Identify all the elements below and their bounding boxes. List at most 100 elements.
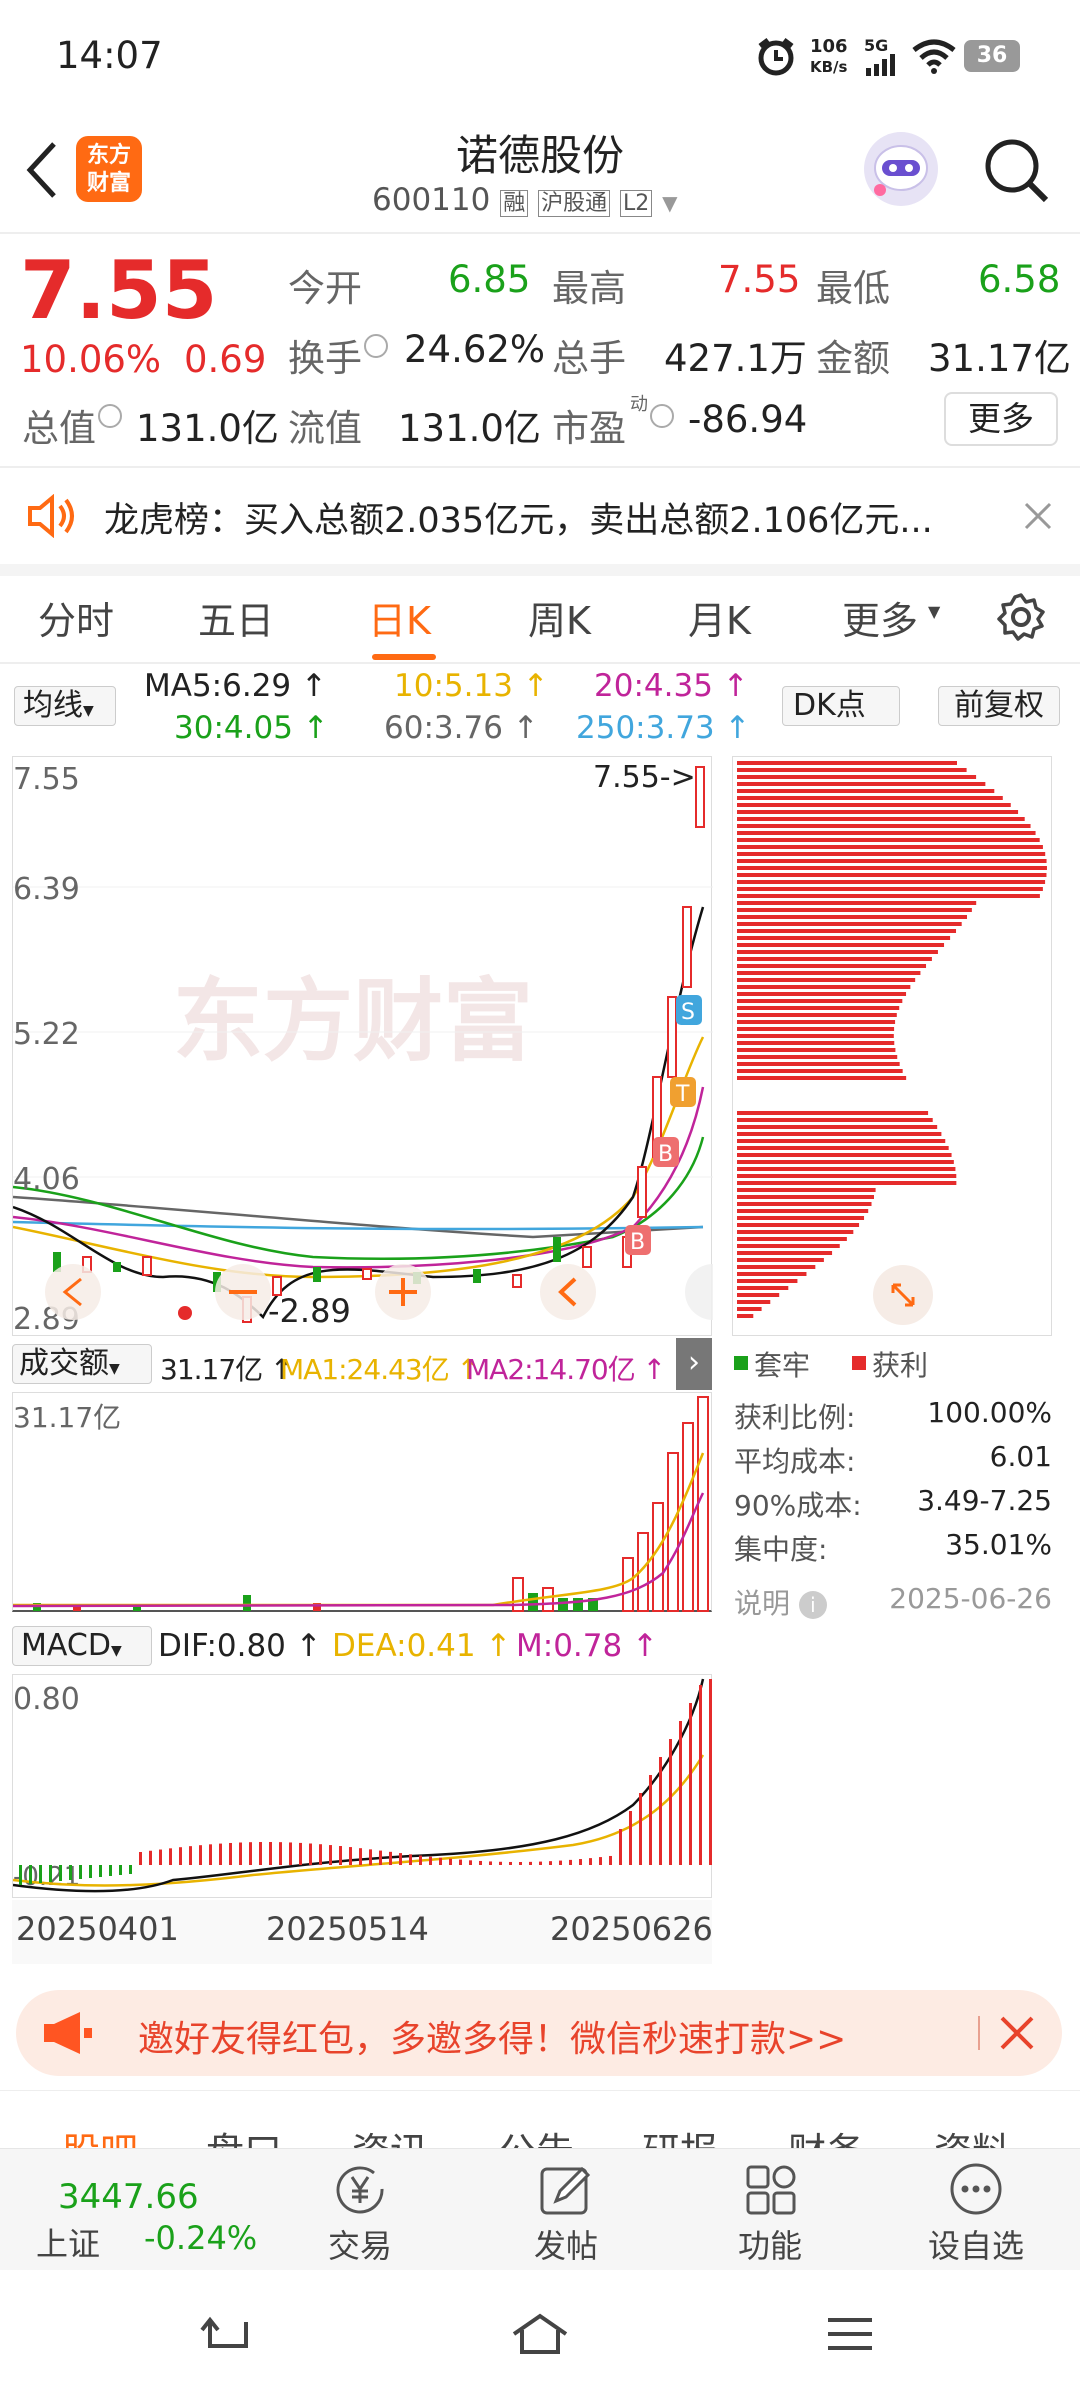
macd-bar: [389, 1851, 392, 1865]
post-button[interactable]: 发帖: [506, 2149, 626, 2271]
robot-avatar[interactable]: [864, 132, 938, 206]
chip-bars: [737, 761, 1047, 1318]
tab-more[interactable]: 更多: [842, 590, 918, 645]
home-nav-icon[interactable]: [510, 2312, 570, 2360]
pe-value: -86.94: [688, 398, 808, 441]
tag-hgt: 沪股通: [538, 190, 611, 217]
macd-bar: [429, 1856, 432, 1865]
macd-ytop: 0.80: [13, 1682, 80, 1717]
function-button[interactable]: 功能: [710, 2149, 830, 2271]
macd-bar: [79, 1865, 82, 1879]
macd-bar: [19, 1865, 22, 1885]
macd-bar: [689, 1703, 692, 1865]
chip-bar: [737, 1146, 949, 1150]
chip-bar: [737, 1181, 957, 1185]
menu-nav-icon[interactable]: [826, 2316, 874, 2356]
stat-value: 6.01: [989, 1440, 1052, 1473]
turnover-label: 换手: [288, 337, 362, 380]
back-nav-icon[interactable]: [200, 2316, 252, 2360]
chip-distribution[interactable]: [732, 756, 1052, 1336]
close-icon[interactable]: [998, 2014, 1036, 2056]
collapse-panel-button[interactable]: ›: [676, 1338, 712, 1390]
ma-selector-label: 均线: [23, 688, 83, 723]
dropdown-arrow-icon: ▼: [83, 703, 94, 719]
chip-bar: [737, 873, 1047, 877]
chip-bar: [737, 1076, 907, 1080]
dk-point-button[interactable]: DK点: [782, 686, 900, 726]
mcap-label: 总值: [22, 407, 96, 450]
trade-button[interactable]: 交易: [300, 2149, 420, 2271]
chip-bar: [737, 880, 1046, 884]
chip-bar: [737, 922, 962, 926]
tab-fenshi[interactable]: 分时: [38, 590, 114, 645]
tab-active-indicator: [372, 654, 436, 660]
more-button[interactable]: 更多: [944, 392, 1058, 446]
search-icon[interactable]: [982, 136, 1052, 210]
subtab-gonggao[interactable]: 公告: [498, 2121, 574, 2150]
macd-bar: [249, 1842, 252, 1865]
dropdown-arrow-icon: ▼: [109, 1361, 120, 1377]
subtab-ziliao[interactable]: 资料: [934, 2121, 1010, 2150]
tab-zhouk[interactable]: 周K: [528, 590, 591, 645]
macd-bar: [189, 1846, 192, 1865]
expand-icon[interactable]: [873, 1265, 933, 1325]
system-nav-bar: [0, 2272, 1080, 2400]
info-icon[interactable]: [98, 404, 122, 428]
notice-bar[interactable]: 龙虎榜：买入总额2.035亿元，卖出总额2.106亿元...: [0, 468, 1080, 564]
chip-bar: [737, 1216, 865, 1220]
info-icon[interactable]: [364, 334, 388, 358]
gear-icon[interactable]: [996, 592, 1046, 646]
period-tabs: 分时 五日 日K 周K 月K 更多 ▼: [0, 576, 1080, 662]
macd-selector[interactable]: MACD▼: [12, 1626, 152, 1666]
trade-label: 交易: [328, 2227, 393, 2265]
volume-chart[interactable]: 31.17亿: [12, 1392, 712, 1612]
subtab-guba[interactable]: 股吧: [62, 2121, 138, 2150]
stat-label: 获利比例:: [734, 1401, 856, 1434]
info-icon[interactable]: [650, 404, 674, 428]
add-watchlist-button[interactable]: 设自选: [904, 2149, 1054, 2271]
pe-superscript: 动: [630, 394, 648, 415]
subtab-zixun[interactable]: 资讯: [352, 2121, 428, 2150]
chip-bar: [737, 1006, 900, 1010]
marker-b2-label: B: [630, 1230, 645, 1255]
subtab-pankou[interactable]: 盘口: [206, 2121, 282, 2150]
amount-value: 31.17亿: [928, 337, 1071, 380]
chip-bar: [737, 1230, 854, 1234]
chip-bar: [737, 1167, 956, 1171]
ma-selector[interactable]: 均线▼: [14, 686, 116, 726]
stock-code: 600110: [372, 182, 491, 218]
stock-code-row[interactable]: 600110 融 沪股通 L2 ▼: [372, 182, 677, 218]
turnover-value: 24.62%: [404, 328, 546, 371]
chip-bar: [737, 859, 1047, 863]
macd-bar: [399, 1853, 402, 1865]
macd-bar: [219, 1843, 222, 1865]
banner-divider: [978, 2016, 980, 2050]
chip-bar: [737, 1048, 896, 1052]
tab-rik[interactable]: 日K: [368, 590, 431, 645]
subtab-yanbao[interactable]: 研报: [642, 2121, 718, 2150]
macd-bar: [259, 1842, 262, 1865]
tab-yuek[interactable]: 月K: [688, 590, 751, 645]
kline-svg: 东方财富 7.55 6.39 5.22 4.06 2.89 7.55-> -2.…: [12, 760, 741, 1337]
macd-bar: [489, 1861, 492, 1865]
tab-wuri[interactable]: 五日: [198, 590, 274, 645]
volume-selector[interactable]: 成交额▼: [12, 1344, 152, 1384]
macd-chart[interactable]: 0.80 -0.21: [12, 1674, 712, 1898]
macd-bar: [409, 1854, 412, 1865]
chip-bar: [737, 1062, 900, 1066]
adjust-button[interactable]: 前复权: [938, 686, 1060, 726]
macd-bar: [359, 1848, 362, 1865]
index-widget[interactable]: 3447.66 上证 -0.24%: [0, 2149, 280, 2271]
invite-banner[interactable]: 邀好友得红包，多邀多得！微信秒速打款>>: [16, 1990, 1062, 2076]
amount-label: 金额: [816, 337, 890, 380]
kline-chart[interactable]: 东方财富 7.55 6.39 5.22 4.06 2.89 7.55-> -2.…: [12, 756, 741, 1337]
macd-bar: [699, 1685, 702, 1865]
chip-note[interactable]: 说明 i: [734, 1582, 827, 1622]
close-icon[interactable]: [1022, 500, 1054, 536]
subtab-caiwu[interactable]: 财务: [788, 2121, 864, 2150]
index-value: 3447.66: [58, 2177, 199, 2217]
chip-bar: [737, 1055, 898, 1059]
macd-bar: [539, 1861, 542, 1865]
more-button-label: 更多: [968, 399, 1034, 438]
volume-ma1-line: [13, 1452, 705, 1607]
